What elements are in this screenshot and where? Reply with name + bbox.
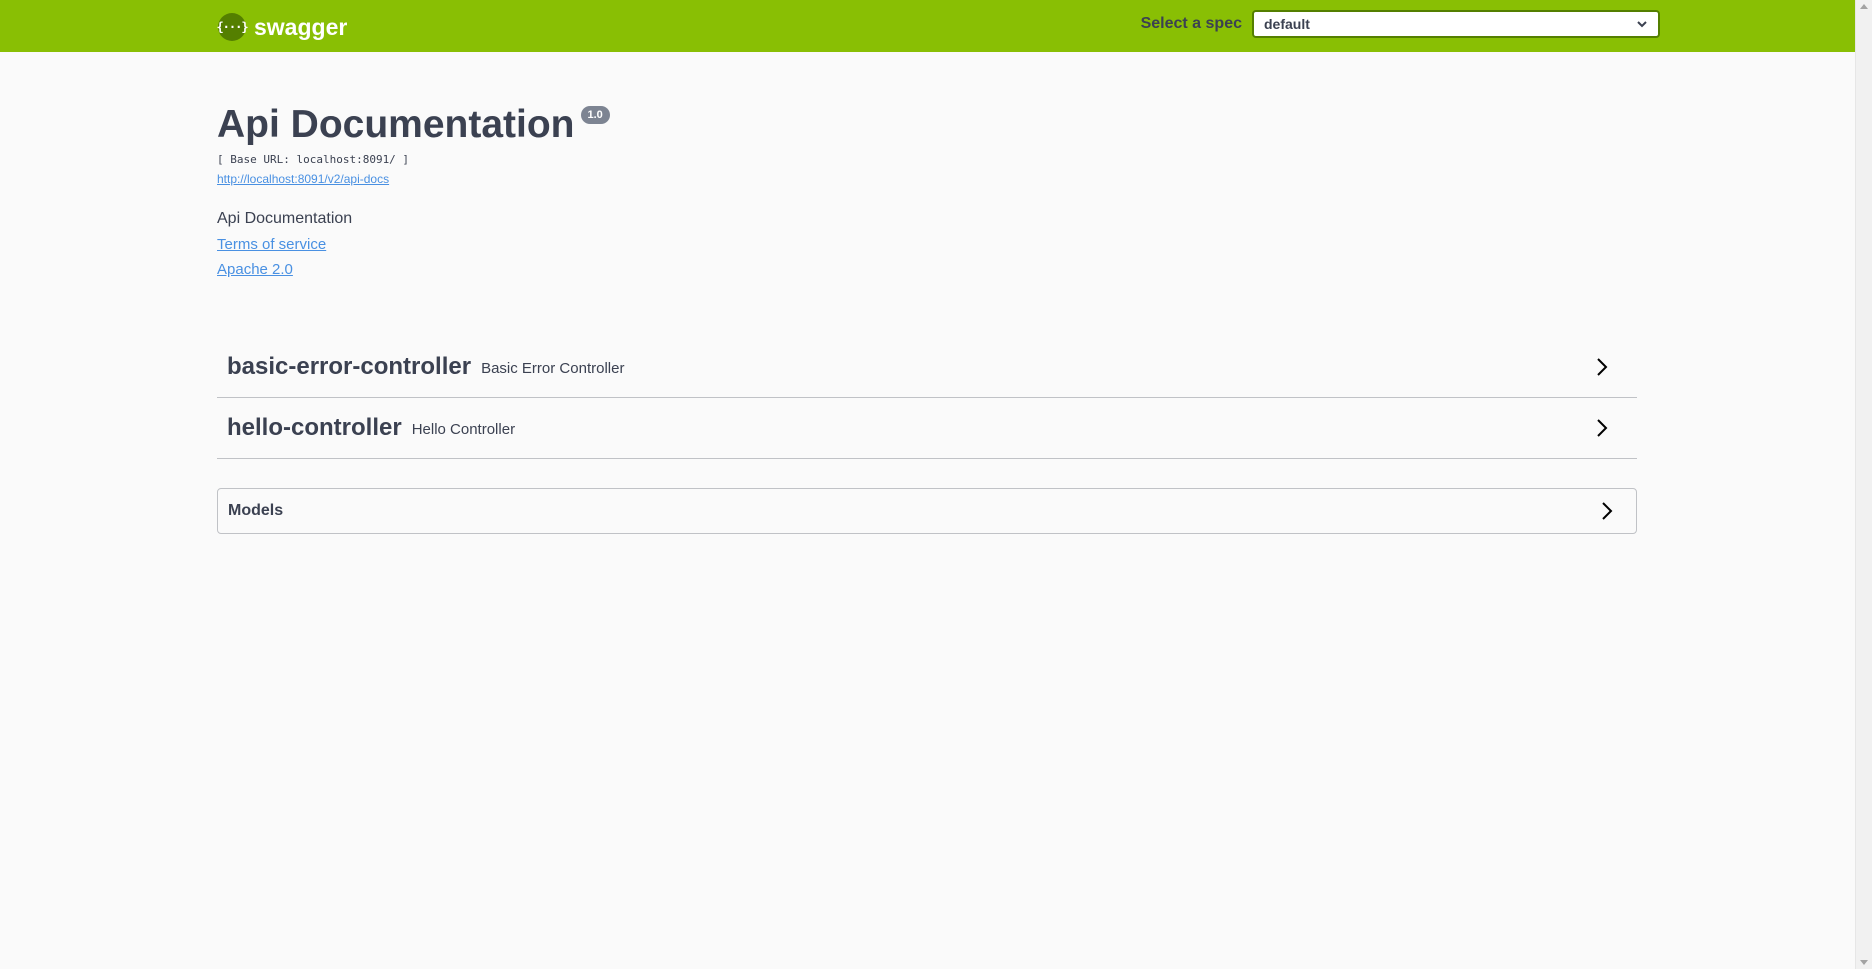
license-link[interactable]: Apache 2.0: [217, 261, 1637, 278]
vertical-scrollbar[interactable]: [1855, 0, 1872, 969]
tag-name: basic-error-controller: [227, 353, 472, 380]
version-badge: 1.0: [580, 106, 610, 124]
tag-description: Basic Error Controller: [481, 360, 625, 377]
terms-of-service-link[interactable]: Terms of service: [217, 236, 1637, 253]
spec-select-value: default: [1264, 16, 1310, 32]
swagger-logo-icon: {···}: [216, 13, 249, 41]
scroll-up-icon[interactable]: [1860, 4, 1868, 9]
base-url: [ Base URL: localhost:8091/ ]: [217, 152, 410, 166]
topbar: {···} swagger Select a spec default: [0, 0, 1855, 52]
tag-basic-error-controller[interactable]: basic-error-controller Basic Error Contr…: [217, 337, 1637, 398]
brand-name: swagger: [254, 13, 348, 40]
chevron-right-icon[interactable]: [1595, 418, 1609, 438]
brand-link[interactable]: {···} swagger: [216, 12, 348, 42]
models-section[interactable]: Models: [217, 488, 1637, 534]
tag-list: basic-error-controller Basic Error Contr…: [217, 337, 1637, 459]
api-description: Api Documentation: [217, 209, 353, 227]
chevron-right-icon[interactable]: [1595, 357, 1609, 377]
spec-selector: Select a spec default: [1141, 10, 1660, 38]
scroll-down-icon[interactable]: [1860, 960, 1868, 965]
tag-hello-controller[interactable]: hello-controller Hello Controller: [217, 398, 1637, 459]
tag-name: hello-controller: [227, 414, 402, 441]
tag-description: Hello Controller: [411, 421, 516, 438]
title-row: Api Documentation 1.0: [217, 100, 1637, 147]
page-title: Api Documentation: [217, 103, 575, 146]
chevron-right-icon[interactable]: [1600, 501, 1614, 521]
spec-select[interactable]: default: [1252, 10, 1660, 38]
chevron-down-icon: [1637, 21, 1647, 28]
spec-label: Select a spec: [1140, 15, 1242, 32]
models-label: Models: [228, 502, 284, 519]
api-info: Api Documentation 1.0 [ Base URL: localh…: [217, 100, 1637, 278]
api-docs-link[interactable]: http://localhost:8091/v2/api-docs: [217, 172, 389, 186]
